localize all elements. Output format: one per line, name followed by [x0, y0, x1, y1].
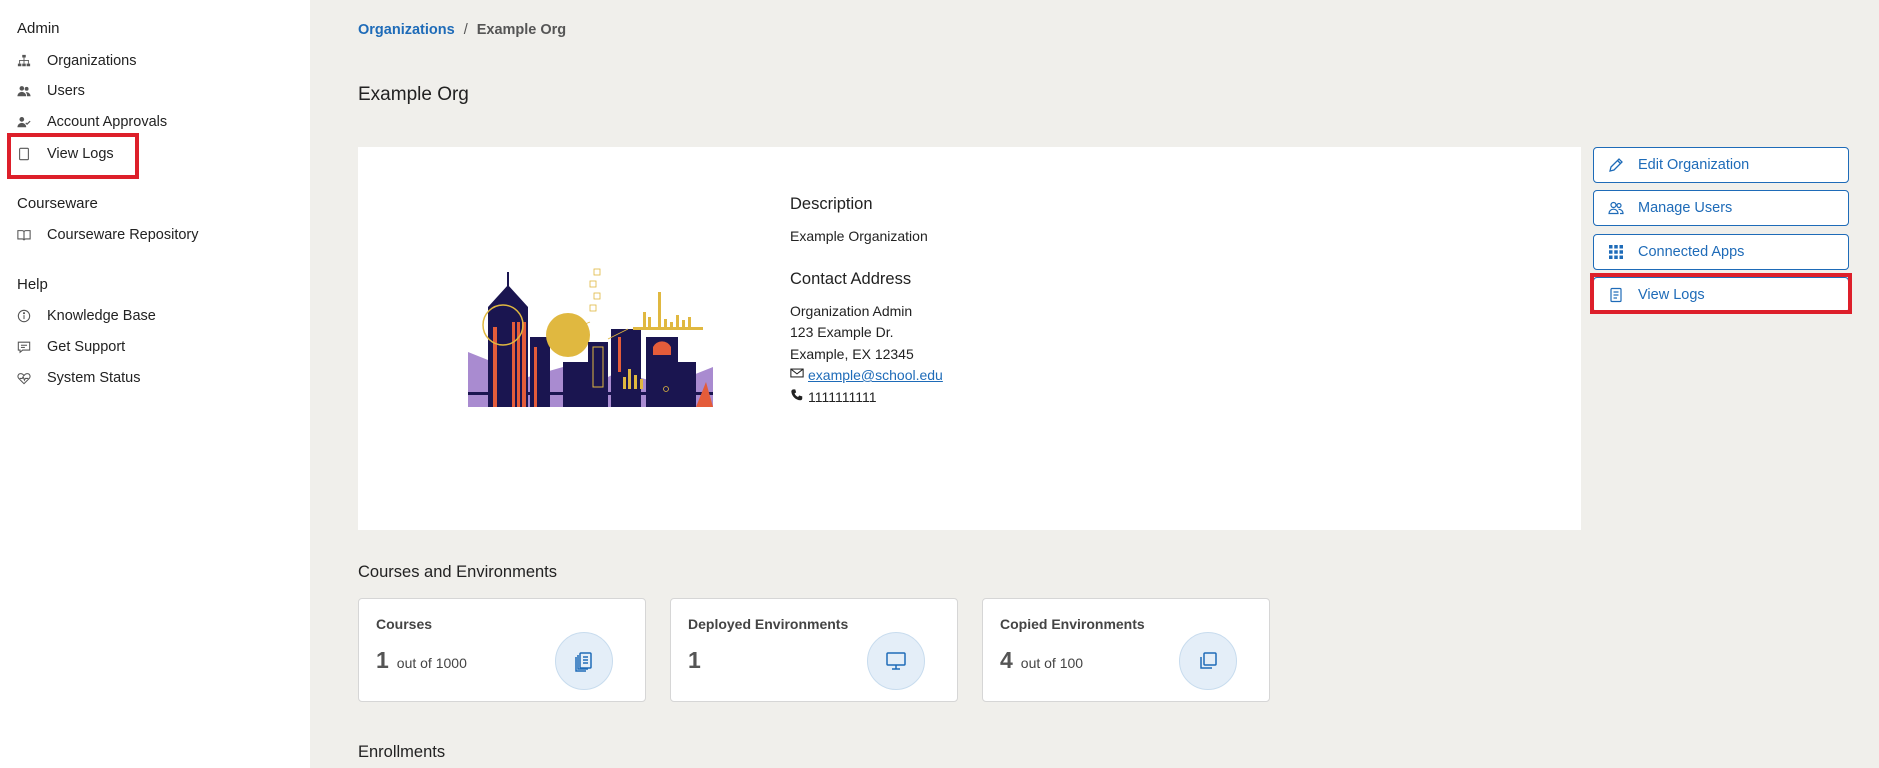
manage-users-button[interactable]: Manage Users — [1593, 190, 1849, 226]
email-link[interactable]: example@school.edu — [808, 365, 943, 387]
sidebar-item-knowledge-base[interactable]: Knowledge Base — [17, 302, 297, 330]
sidebar-item-label: Courseware Repository — [47, 227, 199, 243]
highlight-box-sidebar-view-logs — [7, 133, 139, 179]
book-icon — [17, 228, 31, 242]
deployed-environments-stat-card: Deployed Environments 1 — [670, 598, 958, 702]
breadcrumb-separator: / — [463, 22, 468, 38]
sidebar-item-organizations[interactable]: Organizations — [17, 47, 297, 75]
manage-users-label: Manage Users — [1638, 200, 1733, 216]
sidebar-item-label: Account Approvals — [47, 114, 168, 130]
stat-value: 1 — [688, 647, 709, 674]
stat-label: Copied Environments — [1000, 616, 1145, 632]
description-text: Example Organization — [790, 228, 928, 244]
sidebar-section-admin: Admin — [17, 20, 60, 37]
pencil-icon — [1608, 157, 1624, 173]
city-skyline-illustration — [468, 268, 713, 407]
stat-label: Deployed Environments — [688, 616, 849, 632]
breadcrumb: Organizations / Example Org — [358, 22, 566, 38]
email-row: example@school.edu — [790, 365, 943, 387]
sidebar-item-account-approvals[interactable]: Account Approvals — [17, 108, 297, 136]
sidebar-section-courseware: Courseware — [17, 195, 98, 212]
edit-organization-button[interactable]: Edit Organization — [1593, 147, 1849, 183]
copied-environments-stat-card: Copied Environments 4 out of 100 — [982, 598, 1270, 702]
address-line-2: Example, EX 12345 — [790, 345, 914, 362]
stat-label: Courses — [376, 616, 433, 632]
stat-number: 1 — [688, 647, 701, 673]
page-title: Example Org — [358, 84, 469, 105]
sidebar-item-users[interactable]: Users — [17, 77, 297, 105]
heartbeat-icon — [17, 371, 31, 385]
envelope-icon — [790, 365, 804, 387]
stat-number: 1 — [376, 647, 389, 673]
info-icon — [17, 309, 31, 323]
stat-value: 4 out of 100 — [1000, 647, 1083, 674]
phone-row: 1111111111 — [790, 387, 943, 409]
copy-icon — [1179, 632, 1237, 690]
connected-apps-button[interactable]: Connected Apps — [1593, 234, 1849, 270]
users-outline-icon — [1608, 200, 1624, 216]
phone-icon — [790, 387, 804, 409]
stat-limit: out of 1000 — [396, 655, 467, 671]
enrollments-heading: Enrollments — [358, 743, 446, 761]
grid-icon — [1608, 244, 1624, 260]
users-icon — [17, 84, 31, 98]
org-info: Description Example Organization Contact… — [790, 195, 943, 408]
sidebar-item-get-support[interactable]: Get Support — [17, 333, 297, 361]
contact-name: Organization Admin — [790, 302, 913, 319]
sitemap-icon — [17, 54, 31, 68]
phone-number: 1111111111 — [808, 388, 877, 405]
sidebar-item-courseware-repository[interactable]: Courseware Repository — [17, 221, 297, 249]
stat-value: 1 out of 1000 — [376, 647, 467, 674]
description-heading: Description — [790, 195, 873, 213]
support-chat-icon — [17, 340, 31, 354]
highlight-box-view-logs-button — [1590, 273, 1852, 314]
connected-apps-label: Connected Apps — [1638, 244, 1745, 260]
sidebar-item-label: Users — [47, 83, 85, 99]
sidebar-item-label: Knowledge Base — [47, 308, 156, 324]
breadcrumb-current: Example Org — [476, 22, 567, 38]
courses-stat-card: Courses 1 out of 1000 — [358, 598, 646, 702]
sidebar-item-system-status[interactable]: System Status — [17, 364, 297, 392]
user-check-icon — [17, 115, 31, 129]
breadcrumb-organizations-link[interactable]: Organizations — [358, 22, 455, 38]
stat-number: 4 — [1000, 647, 1013, 673]
sidebar: Admin Organizations Users Account Approv… — [0, 0, 310, 768]
stat-limit: out of 100 — [1020, 655, 1084, 671]
edit-organization-label: Edit Organization — [1638, 157, 1750, 173]
monitor-icon — [867, 632, 925, 690]
courses-environments-heading: Courses and Environments — [358, 563, 558, 581]
stacked-pages-icon — [555, 632, 613, 690]
sidebar-item-label: Get Support — [47, 339, 126, 355]
sidebar-item-label: System Status — [47, 370, 141, 386]
sidebar-section-help: Help — [17, 276, 48, 293]
main-content: Organizations / Example Org Example Org — [310, 0, 1879, 768]
org-details-card: Description Example Organization Contact… — [358, 147, 1581, 530]
address-line-1: 123 Example Dr. — [790, 324, 894, 340]
contact-address-heading: Contact Address — [790, 269, 912, 288]
sidebar-item-label: Organizations — [47, 53, 137, 69]
